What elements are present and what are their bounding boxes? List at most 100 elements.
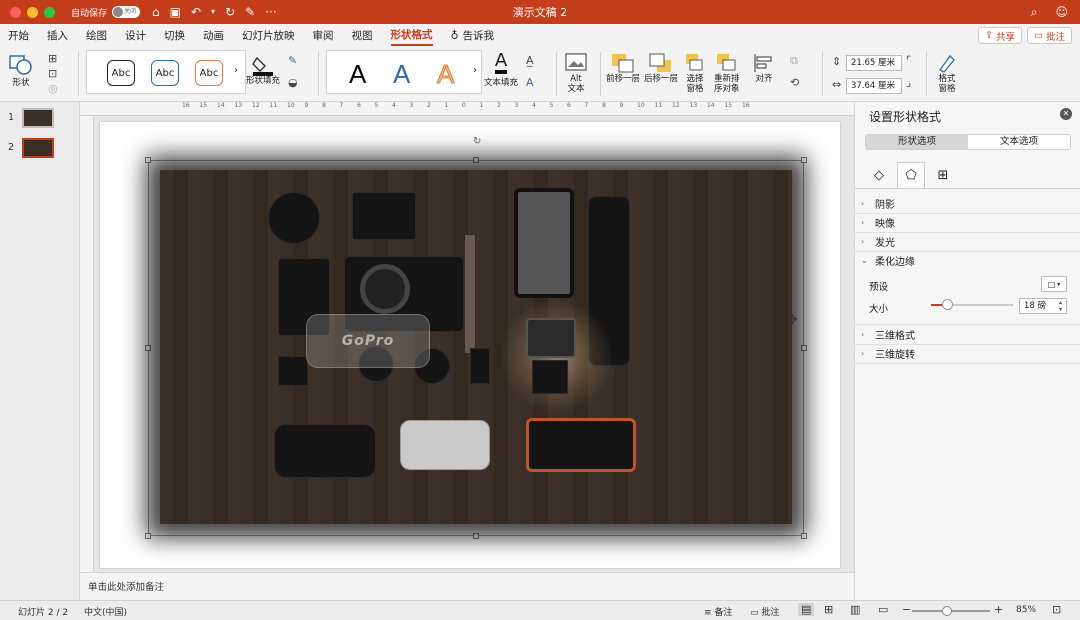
- wordart-style-3[interactable]: A: [436, 59, 454, 90]
- zoom-window-button[interactable]: [44, 6, 55, 18]
- height-input[interactable]: 21.65 厘米: [846, 55, 902, 71]
- save-icon[interactable]: ▣: [170, 5, 181, 19]
- shape-effects-icon[interactable]: ◒: [288, 76, 298, 89]
- wordart-style-2[interactable]: A: [393, 59, 410, 90]
- slide-thumbnail-1[interactable]: [22, 108, 54, 128]
- resize-handle[interactable]: [801, 533, 807, 539]
- section-glow[interactable]: › 发光: [861, 234, 895, 249]
- resize-handle[interactable]: [801, 157, 807, 163]
- chevron-right-icon[interactable]: ›: [234, 65, 238, 76]
- close-icon[interactable]: ✕: [1060, 108, 1072, 120]
- zoom-out-icon[interactable]: −: [902, 603, 911, 616]
- home-icon[interactable]: ⌂: [152, 5, 160, 19]
- size-slider-knob[interactable]: [942, 299, 954, 310]
- crop-icon[interactable]: ⌜: [906, 54, 911, 67]
- align-button[interactable]: 对齐: [752, 52, 776, 84]
- slideshow-icon[interactable]: ▭: [878, 603, 888, 616]
- shape-fill-button[interactable]: 形状填充: [246, 52, 280, 86]
- tab-insert[interactable]: 插入: [47, 26, 68, 45]
- tab-tell-me[interactable]: 告诉我: [463, 26, 495, 45]
- chevron-down-icon[interactable]: ▾: [211, 5, 215, 19]
- section-3d-rotation[interactable]: › 三维旋转: [861, 346, 915, 361]
- comments-button[interactable]: ▭ 批注: [1027, 27, 1072, 44]
- text-outline-icon[interactable]: A̲: [526, 54, 534, 67]
- shape-style-1[interactable]: Abc: [107, 60, 135, 86]
- text-effects-icon[interactable]: A: [526, 76, 534, 89]
- reading-view-icon[interactable]: ▥: [850, 603, 860, 616]
- section-reflection[interactable]: › 映像: [861, 215, 895, 230]
- tab-slideshow[interactable]: 幻灯片放映: [242, 26, 295, 45]
- tab-draw[interactable]: 绘图: [86, 26, 107, 45]
- resize-handle[interactable]: [473, 157, 479, 163]
- autosave-toggle[interactable]: 关闭: [112, 6, 141, 18]
- slide-sorter-icon[interactable]: ⊞: [824, 603, 833, 616]
- send-backward-button[interactable]: 后移一层: [644, 52, 678, 84]
- resize-handle[interactable]: [473, 533, 479, 539]
- shape-outline-icon[interactable]: ✎: [288, 54, 297, 67]
- selection-pane-button[interactable]: 选择 窗格: [684, 52, 706, 94]
- expand-icon[interactable]: ⌟: [906, 76, 911, 89]
- slide-thumbnail-2[interactable]: [22, 138, 54, 158]
- redo-icon[interactable]: ↻: [225, 5, 235, 19]
- alt-text-button[interactable]: Alt 文本: [564, 52, 588, 94]
- language-indicator[interactable]: 中文(中国): [84, 605, 127, 618]
- section-soft-edges[interactable]: ⌄ 柔化边缘: [861, 253, 915, 268]
- minimize-window-button[interactable]: [27, 6, 38, 18]
- zoom-slider-knob[interactable]: [942, 606, 953, 616]
- zoom-slider[interactable]: [912, 606, 990, 616]
- insert-shape-button[interactable]: 形状: [8, 52, 34, 88]
- text-box-icon[interactable]: ⊞: [48, 52, 57, 65]
- rotate-handle[interactable]: ↻: [473, 136, 481, 147]
- search-icon[interactable]: ⌕: [1031, 5, 1038, 20]
- fit-slide-icon[interactable]: ⊡: [1052, 603, 1061, 616]
- account-icon[interactable]: ☺: [1055, 5, 1068, 20]
- section-3d-format[interactable]: › 三维格式: [861, 327, 915, 342]
- shape-style-2[interactable]: Abc: [151, 60, 179, 86]
- comments-toggle[interactable]: ▭ 批注: [750, 605, 779, 618]
- stepper-icon[interactable]: ▴ ▾: [1059, 299, 1062, 313]
- edit-icon[interactable]: ✎: [245, 5, 255, 19]
- merge-shapes-icon[interactable]: ◎: [48, 82, 58, 95]
- preset-dropdown[interactable]: □ ▾: [1041, 276, 1067, 292]
- chevron-right-icon[interactable]: ›: [473, 65, 477, 76]
- gear-photo[interactable]: GoPro: [160, 170, 792, 524]
- size-properties-icon[interactable]: ⊞: [929, 162, 957, 188]
- tab-home[interactable]: 开始: [8, 26, 29, 45]
- zoom-level[interactable]: 85%: [1016, 605, 1036, 615]
- text-fill-button[interactable]: A 文本填充: [484, 52, 518, 89]
- normal-view-icon[interactable]: ▤: [798, 603, 815, 616]
- shape-style-3[interactable]: Abc: [195, 60, 223, 86]
- more-icon[interactable]: ···: [265, 5, 276, 19]
- notes-toggle[interactable]: ≡ 备注: [704, 605, 732, 618]
- share-button[interactable]: ⇪ 共享: [978, 27, 1022, 44]
- close-window-button[interactable]: [10, 6, 21, 18]
- group-icon[interactable]: ⧉: [790, 54, 798, 68]
- resize-handle[interactable]: [801, 345, 807, 351]
- resize-handle[interactable]: [145, 533, 151, 539]
- tab-animations[interactable]: 动画: [203, 26, 224, 45]
- tab-shape-format[interactable]: 形状格式: [390, 25, 433, 46]
- wordart-style-1[interactable]: A: [349, 59, 366, 90]
- tab-transitions[interactable]: 切换: [164, 26, 185, 45]
- tab-design[interactable]: 设计: [125, 26, 146, 45]
- undo-icon[interactable]: ↶: [191, 5, 201, 19]
- rotate-icon[interactable]: ⟲: [790, 76, 799, 89]
- zoom-in-icon[interactable]: +: [994, 603, 1003, 616]
- format-pane-button[interactable]: 格式 窗格: [936, 52, 958, 94]
- width-input[interactable]: 37.64 厘米: [846, 78, 902, 94]
- resize-handle[interactable]: [145, 345, 151, 351]
- text-options-tab[interactable]: 文本选项: [968, 135, 1070, 149]
- tab-view[interactable]: 视图: [352, 26, 373, 45]
- notes-area[interactable]: 单击此处添加备注: [80, 572, 854, 600]
- reorder-objects-button[interactable]: 重新排 序对象: [714, 52, 740, 94]
- resize-handle[interactable]: [145, 157, 151, 163]
- shape-options-tab[interactable]: 形状选项: [866, 135, 968, 149]
- bring-forward-button[interactable]: 前移一层: [606, 52, 640, 84]
- fill-line-icon[interactable]: ◇: [865, 162, 893, 188]
- tab-review[interactable]: 审阅: [313, 26, 334, 45]
- size-slider[interactable]: [931, 299, 1013, 310]
- effects-icon[interactable]: ⬠: [897, 162, 925, 188]
- edit-shape-icon[interactable]: ⊡: [48, 67, 57, 80]
- gopro-logo-shape[interactable]: GoPro: [306, 314, 430, 368]
- section-shadow[interactable]: › 阴影: [861, 196, 895, 211]
